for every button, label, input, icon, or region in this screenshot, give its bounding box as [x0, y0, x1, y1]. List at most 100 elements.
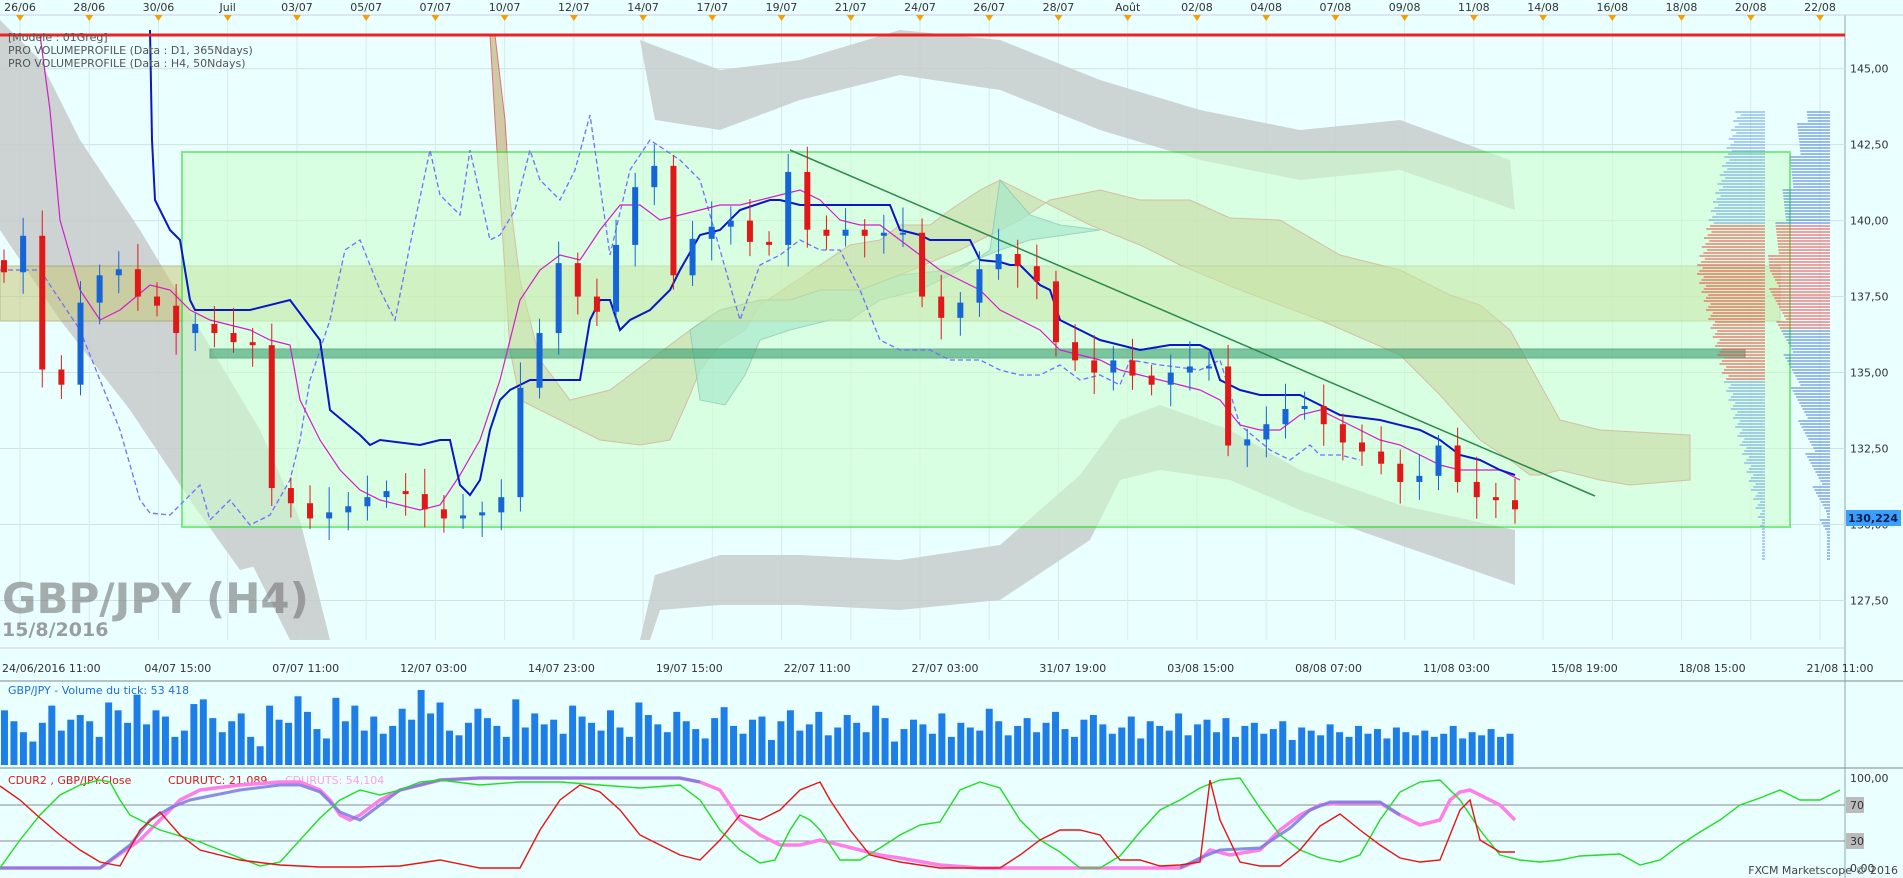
volume-bar	[218, 732, 226, 765]
volume-bar	[578, 716, 586, 765]
osc-tick-label: 70	[1850, 799, 1864, 812]
top-date-label: Juil	[219, 1, 236, 14]
candle-body	[976, 269, 983, 303]
volume-bar	[569, 705, 577, 765]
price-tick-label: 132,50	[1850, 443, 1889, 456]
top-date-label: 22/08	[1804, 1, 1836, 14]
candle-body	[995, 254, 1002, 270]
volume-bar	[957, 722, 965, 765]
candle-body	[1397, 463, 1404, 482]
top-date-label: 24/07	[904, 1, 936, 14]
bottom-date-label: 08/08 07:00	[1295, 662, 1362, 675]
candle-body	[938, 296, 945, 318]
volume-bar	[1478, 735, 1486, 765]
candle-body	[1301, 405, 1308, 410]
bottom-date-label: 31/07 19:00	[1039, 662, 1106, 675]
volume-bar	[209, 718, 217, 765]
candle-body	[173, 305, 180, 334]
volume-bar	[1184, 735, 1192, 765]
volume-bar	[938, 713, 946, 765]
volume-bar	[644, 715, 652, 765]
volume-bar	[692, 729, 700, 765]
volume-bar	[947, 736, 955, 765]
candle-body	[1473, 481, 1480, 498]
volume-bar	[1061, 729, 1069, 765]
volume-bar	[1127, 716, 1135, 765]
volume-bar	[786, 710, 794, 765]
candle-body	[1263, 424, 1270, 440]
top-date-label: 20/08	[1735, 1, 1767, 14]
top-date-label: 28/07	[1043, 1, 1075, 14]
volume-bar	[322, 738, 330, 765]
candle-body	[1512, 500, 1518, 510]
candle-body	[268, 345, 275, 489]
volume-bar	[228, 721, 236, 765]
volume-bar	[1459, 738, 1467, 765]
candle-body	[727, 220, 734, 227]
volume-bar	[152, 710, 160, 765]
top-date-label: 26/06	[4, 1, 36, 14]
volume-bar	[1269, 729, 1277, 765]
osc-tick-label: 100,00	[1850, 772, 1889, 785]
volume-bar	[720, 707, 728, 765]
candle-body	[249, 342, 256, 346]
volume-bar	[190, 704, 198, 765]
volume-bar	[730, 725, 738, 765]
candle-body	[1129, 360, 1136, 376]
volume-bar	[1241, 725, 1249, 765]
bottom-date-label: 15/08 19:00	[1551, 662, 1618, 675]
candle-body	[77, 302, 84, 385]
bottom-date-label: 11/08 03:00	[1423, 662, 1490, 675]
volume-bar	[1, 710, 8, 765]
candle-body	[746, 220, 753, 242]
volume-bar	[919, 724, 927, 765]
top-date-label: 19/07	[766, 1, 798, 14]
candle-body	[1, 260, 7, 273]
candle-body	[364, 497, 371, 507]
volume-bar	[1336, 732, 1344, 765]
volume-bar	[1137, 738, 1145, 765]
candle-body	[58, 369, 65, 385]
volume-bar	[483, 718, 491, 765]
volume-bar	[161, 716, 169, 765]
date-watermark: 15/8/2016	[2, 619, 108, 641]
credit-label: FXCM Marketscope © 2016	[1748, 864, 1898, 877]
volume-bar	[1108, 733, 1116, 765]
legend-line-2: PRO VOLUMEPROFILE (Data : D1, 365Ndays)	[8, 44, 253, 57]
volume-bar	[1373, 729, 1381, 765]
volume-bar	[48, 705, 56, 765]
symbol-watermark: GBP/JPY (H4)	[2, 574, 309, 623]
volume-bar	[749, 719, 756, 765]
osc-tick-label: 30	[1850, 835, 1864, 848]
volume-bar	[1194, 724, 1202, 765]
candle-body	[1033, 266, 1040, 282]
top-date-label: 21/07	[835, 1, 867, 14]
volume-bar	[1089, 715, 1097, 765]
candle-body	[1167, 372, 1174, 385]
candle-body	[115, 269, 122, 276]
volume-bar	[304, 711, 311, 765]
volume-bar	[625, 736, 633, 765]
volume-bar	[1449, 725, 1457, 765]
candle-body	[593, 296, 600, 312]
volume-bar	[124, 722, 132, 765]
volume-bar	[76, 715, 84, 765]
volume-bar	[1080, 719, 1088, 765]
volume-bar	[1345, 736, 1353, 765]
volume-bar	[805, 724, 813, 765]
candle-body	[20, 235, 27, 273]
candle-body	[670, 165, 677, 276]
candle-body	[1014, 254, 1021, 267]
volume-bar	[455, 735, 463, 765]
gbpjpy-chart[interactable]: 26/06 28/06 30/06 Juil 03/07 05/07 07/07 10/07 1…	[0, 0, 1903, 878]
candle-body	[689, 238, 696, 276]
price-tick-label: 140,00	[1850, 215, 1889, 228]
volume-bar	[95, 736, 103, 765]
top-date-label: 07/07	[420, 1, 452, 14]
candle-body	[1186, 366, 1193, 373]
candle-body	[1416, 475, 1423, 482]
candle-body	[1358, 442, 1365, 452]
volume-bar	[1326, 724, 1334, 765]
candle-body	[1492, 497, 1499, 501]
volume-bar	[1307, 730, 1315, 765]
